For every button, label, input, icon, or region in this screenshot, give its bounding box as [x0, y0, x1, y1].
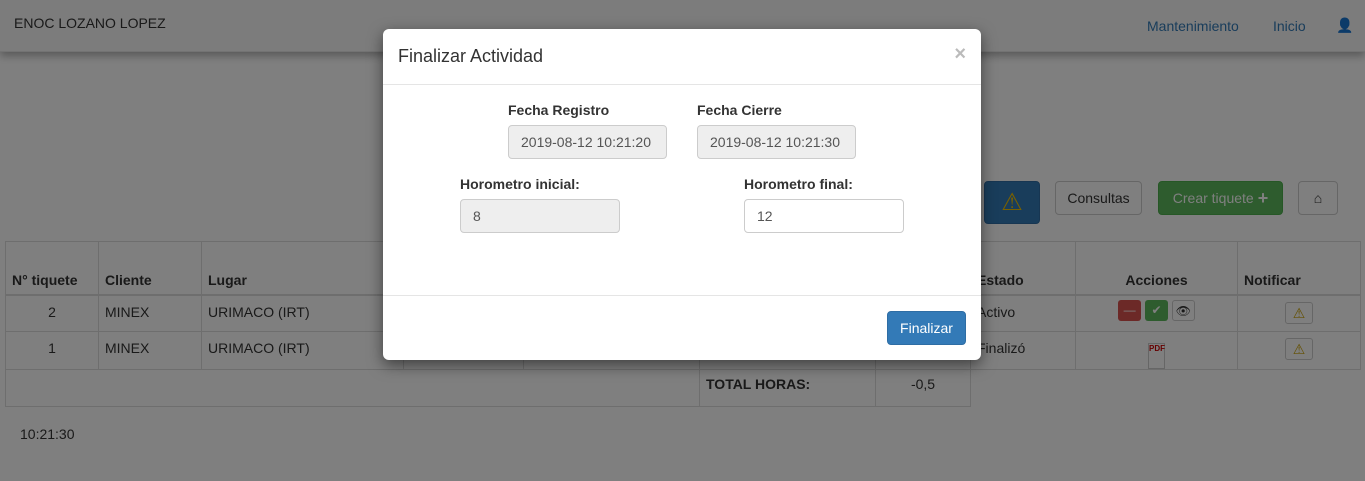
horometro-final-field[interactable]: 12: [744, 199, 904, 233]
fecha-cierre-field[interactable]: 2019-08-12 10:21:30: [697, 125, 856, 159]
finalizar-modal: Finalizar Actividad × Fecha Registro 201…: [383, 29, 981, 360]
finalizar-button[interactable]: Finalizar: [887, 311, 966, 345]
fecha-registro-label: Fecha Registro: [508, 102, 610, 118]
horometro-inicial-label: Horometro inicial:: [460, 176, 580, 192]
fecha-cierre-label: Fecha Cierre: [697, 102, 782, 118]
close-icon[interactable]: ×: [954, 43, 966, 66]
horometro-inicial-field[interactable]: 8: [460, 199, 620, 233]
modal-title: Finalizar Actividad: [398, 46, 544, 66]
horometro-final-label: Horometro final:: [744, 176, 853, 192]
fecha-registro-field[interactable]: 2019-08-12 10:21:20: [508, 125, 667, 159]
